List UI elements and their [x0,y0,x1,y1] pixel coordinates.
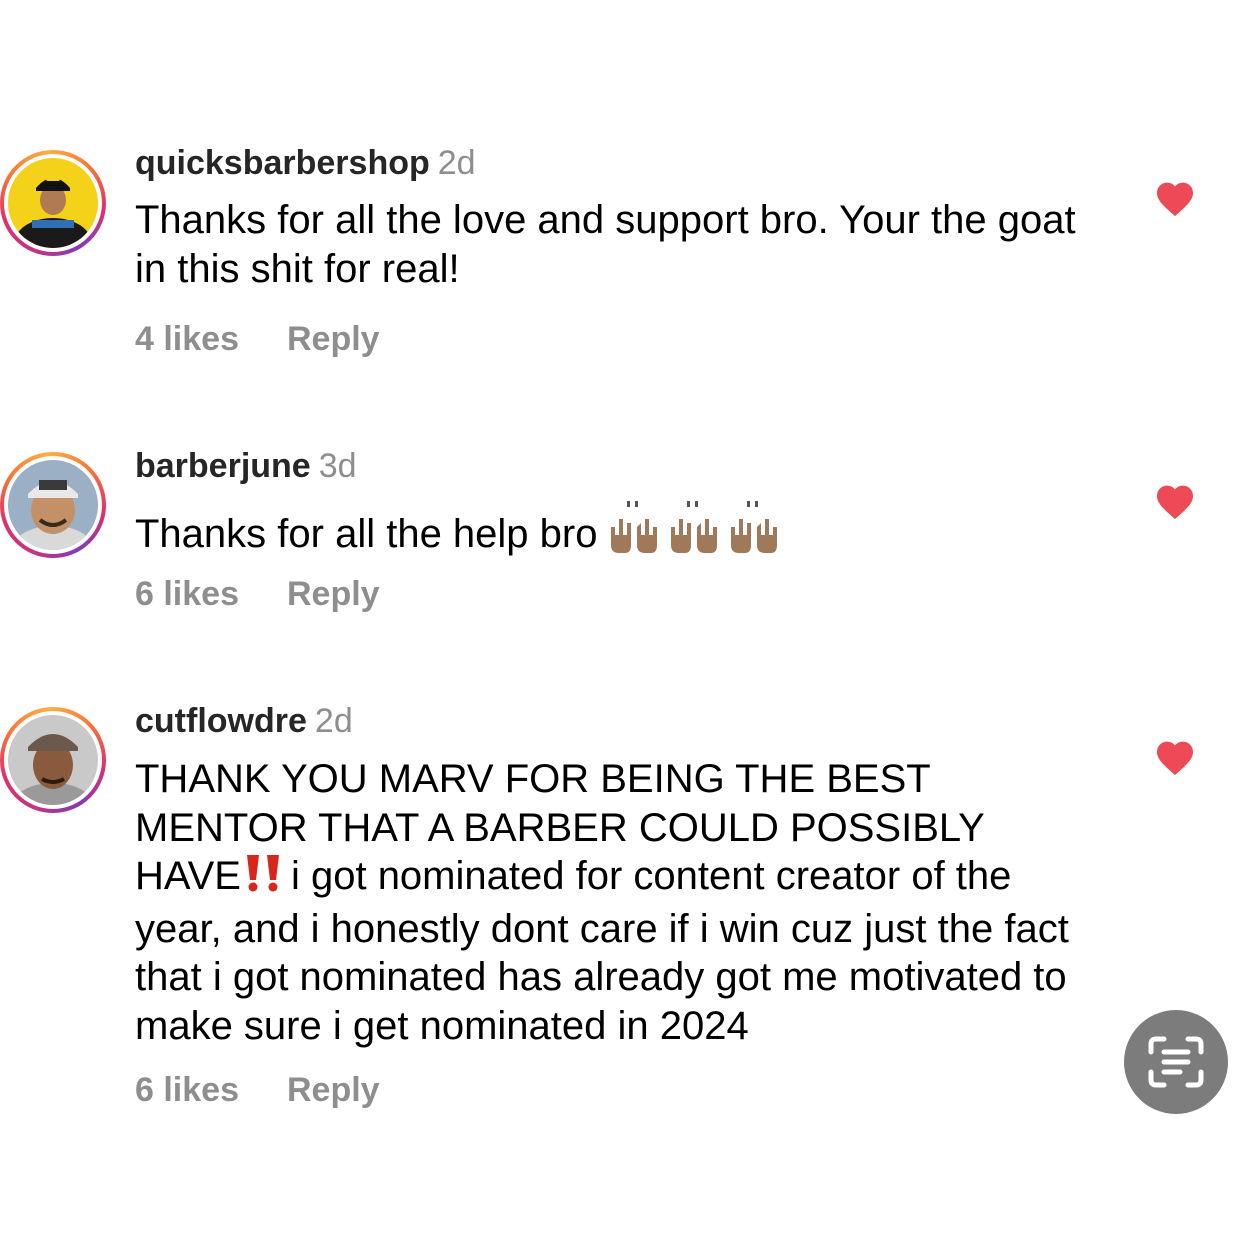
comment-meta: 4 likes Reply [135,320,380,359]
heart-filled-icon[interactable] [1155,181,1195,217]
comment-text: Thanks for all the love and support bro.… [135,198,1076,291]
comment-text: Thanks for all the help bro [135,499,1095,565]
username[interactable]: cutflowdre [135,702,307,740]
comment-header: barberjune 3d [135,446,357,486]
avatar-image [8,715,98,805]
timestamp: 3d [318,447,357,485]
likes-count[interactable]: 4 likes [135,320,239,358]
text-scan-icon [1148,1036,1204,1088]
avatar-image [8,158,98,248]
raising-hands-emoji-icon [605,499,781,565]
timestamp: 2d [314,702,353,740]
reply-button[interactable]: Reply [287,320,380,358]
reply-button[interactable]: Reply [287,575,380,613]
avatar-image [8,460,98,550]
likes-count[interactable]: 6 likes [135,1071,239,1109]
comment-text: THANK YOU MARV FOR BEING THE BEST MENTOR… [135,755,1095,1050]
avatar[interactable] [0,707,106,813]
heart-filled-icon[interactable] [1155,484,1195,520]
comment-header: cutflowdre 2d [135,701,353,741]
avatar[interactable] [0,452,106,558]
username[interactable]: barberjune [135,447,311,485]
avatar[interactable] [0,150,106,256]
comment-header: quicksbarbershop 2d [135,143,476,183]
timestamp: 2d [437,144,476,182]
reply-button[interactable]: Reply [287,1071,380,1109]
comment-meta: 6 likes Reply [135,1071,380,1110]
username[interactable]: quicksbarbershop [135,144,430,182]
heart-filled-icon[interactable] [1155,740,1195,776]
text-scan-button[interactable] [1124,1010,1228,1114]
comment-text-body: Thanks for all the help bro [135,512,598,556]
double-exclamation-emoji-icon [243,853,285,905]
likes-count[interactable]: 6 likes [135,575,239,613]
comment-meta: 6 likes Reply [135,575,380,614]
